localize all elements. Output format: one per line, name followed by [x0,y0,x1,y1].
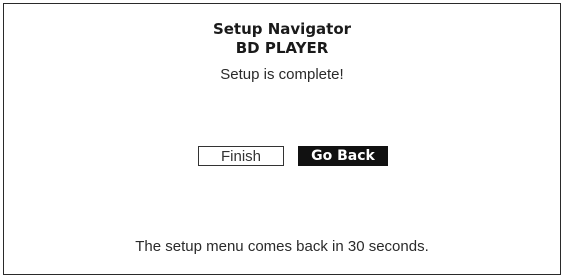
setup-navigator-screen: Setup Navigator BD PLAYER Setup is compl… [3,3,561,275]
dialog-subtitle: BD PLAYER [235,39,329,57]
go-back-button[interactable]: Go Back [298,146,388,166]
status-message: Setup is complete! [220,66,344,83]
finish-button[interactable]: Finish [198,146,284,166]
countdown-message: The setup menu comes back in 30 seconds. [135,238,429,255]
dialog-title: Setup Navigator [212,20,352,38]
title-block: Setup Navigator BD PLAYER [4,20,560,58]
